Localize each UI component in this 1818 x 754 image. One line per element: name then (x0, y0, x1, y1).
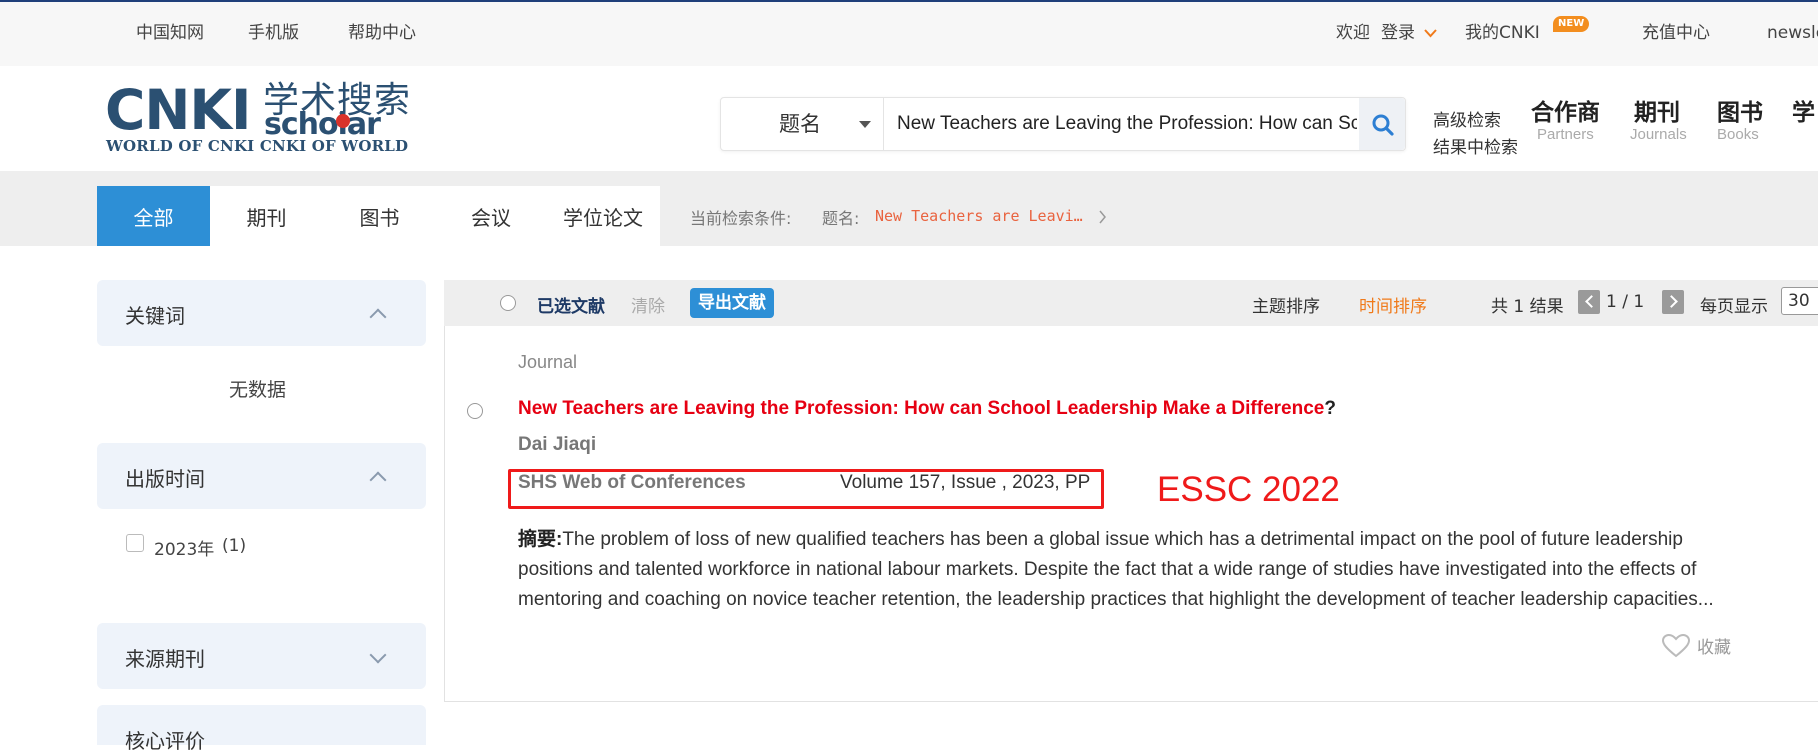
result-abstract: 摘要:The problem of loss of new qualified … (518, 525, 1758, 615)
nav-journals-label: 期刊 (1634, 100, 1680, 126)
export-button[interactable]: 导出文献 (690, 288, 774, 318)
chevron-right-icon[interactable] (1098, 210, 1107, 224)
search-conditions-label: 当前检索条件: (690, 209, 792, 228)
my-cnki-link[interactable]: 我的CNKI (1465, 2, 1540, 64)
year-2023-checkbox[interactable] (126, 534, 144, 552)
search-box: 题名 (720, 97, 1406, 151)
search-icon (1372, 114, 1394, 136)
result-select-radio[interactable] (467, 403, 483, 419)
no-data-text: 无数据 (229, 379, 287, 401)
search-within-results-link[interactable]: 结果中检索 (1433, 133, 1518, 158)
total-results: 共 1 结果 (1491, 297, 1564, 317)
prev-page-button[interactable] (1578, 290, 1600, 314)
logo-wordmark: CNKI (105, 78, 251, 142)
chevron-left-icon (1585, 295, 1598, 308)
logo-scholar: scholar (264, 107, 381, 142)
result-title-text: New Teachers are Leaving the Profession:… (518, 398, 1325, 419)
logo-dot-icon (336, 114, 350, 128)
nav-more-label: 学 (1792, 100, 1815, 126)
abstract-label: 摘要: (518, 529, 563, 550)
nav-partners-sub: Partners (1537, 126, 1594, 143)
newsletter-link[interactable]: newsle (1767, 2, 1818, 64)
result-type-label: Journal (518, 352, 578, 372)
select-all-radio[interactable] (500, 295, 516, 311)
facet-core-title: 核心评价 (125, 729, 205, 753)
result-title-link[interactable]: New Teachers are Leaving the Profession:… (518, 398, 1336, 420)
abstract-text: The problem of loss of new qualified tea… (518, 529, 1714, 610)
result-title-end: ? (1324, 398, 1336, 419)
top-utility-bar: 中国知网 手机版 帮助中心 欢迎 登录 我的CNKI NEW 充值中心 news… (0, 0, 1818, 66)
nav-books-label: 图书 (1717, 100, 1763, 126)
sort-topic-button[interactable]: 主题排序 (1252, 292, 1320, 317)
year-2023-count: (1) (222, 536, 247, 556)
result-author[interactable]: Dai Jiaqi (518, 434, 596, 456)
tab-theses[interactable]: 学位论文 (546, 186, 660, 246)
year-2023-label: 2023年 (154, 540, 215, 560)
annotation-highlight-box (508, 469, 1104, 509)
heart-icon (1662, 634, 1690, 658)
clear-link[interactable]: 清除 (631, 292, 665, 317)
page-indicator: 1 / 1 (1606, 292, 1645, 312)
next-page-button[interactable] (1662, 290, 1684, 314)
link-mobile[interactable]: 手机版 (248, 2, 299, 64)
per-page-value: 30 (1788, 291, 1810, 311)
facet-core-header[interactable]: 核心评价 (97, 705, 426, 753)
tab-all[interactable]: 全部 (97, 186, 210, 246)
login-link[interactable]: 登录 (1381, 2, 1415, 64)
nav-books-sub: Books (1717, 126, 1759, 143)
welcome-text: 欢迎 (1336, 23, 1370, 43)
chevron-right-icon (1665, 295, 1678, 308)
selected-docs-link[interactable]: 已选文献 (537, 292, 605, 317)
advanced-search-link[interactable]: 高级检索 (1433, 106, 1501, 131)
nav-journals-sub: Journals (1630, 126, 1687, 143)
search-field-select[interactable]: 题名 (721, 98, 884, 150)
per-page-select[interactable]: 30 (1781, 287, 1818, 315)
facet-pubtime-title: 出版时间 (125, 467, 205, 491)
chevron-down-icon (1424, 29, 1437, 38)
recharge-link[interactable]: 充值中心 (1642, 2, 1710, 64)
search-conditions-value: New Teachers are Leavi… (875, 207, 1083, 225)
logo-tagline: WORLD OF CNKI CNKI OF WORLD (106, 137, 409, 155)
link-cnki-home[interactable]: 中国知网 (136, 2, 204, 64)
new-badge: NEW (1553, 16, 1590, 32)
caret-down-icon (859, 121, 871, 128)
sort-time-button[interactable]: 时间排序 (1359, 292, 1427, 317)
tab-conferences[interactable]: 会议 (436, 186, 546, 246)
link-help[interactable]: 帮助中心 (348, 2, 416, 64)
search-input[interactable] (897, 108, 1357, 140)
annotation-essc-label: ESSC 2022 (1157, 470, 1340, 509)
nav-partners-label: 合作商 (1531, 100, 1600, 126)
tab-journals[interactable]: 期刊 (210, 186, 323, 246)
search-button[interactable] (1359, 98, 1405, 150)
results-list (444, 326, 1818, 702)
search-conditions-field: 题名: (822, 209, 860, 228)
tab-books[interactable]: 图书 (323, 186, 436, 246)
facet-source-title: 来源期刊 (125, 647, 205, 671)
search-field-label: 题名 (779, 112, 821, 136)
collect-label: 收藏 (1697, 638, 1731, 658)
per-page-label: 每页显示 (1700, 297, 1768, 317)
facet-keywords-title: 关键词 (125, 304, 185, 328)
